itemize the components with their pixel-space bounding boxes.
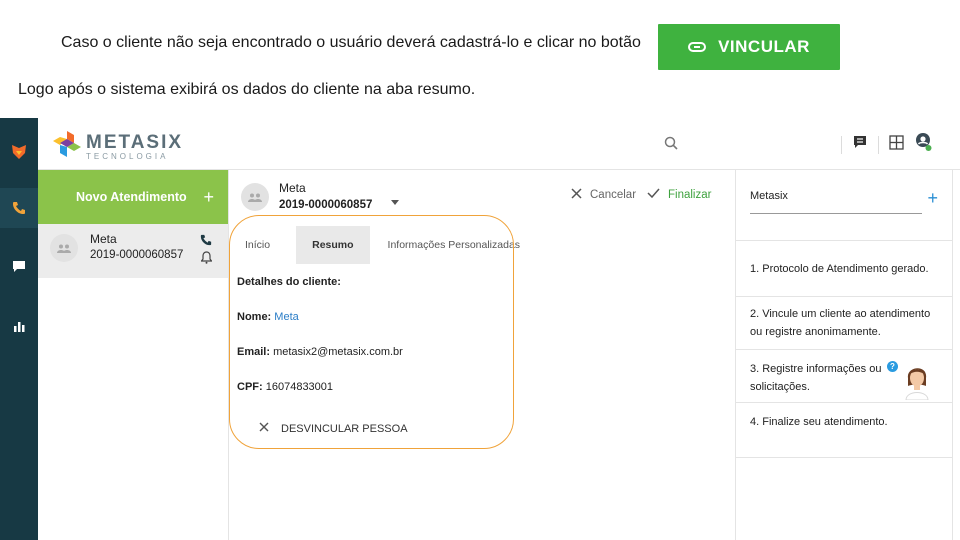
assistant-avatar-icon[interactable]: [902, 360, 932, 401]
close-icon: [259, 422, 269, 435]
detail-email-row: Email: metasix2@metasix.com.br: [237, 346, 403, 358]
new-session-label: Novo Atendimento: [76, 190, 187, 204]
metasix-logo-icon: [52, 130, 82, 163]
search-icon[interactable]: [664, 136, 678, 155]
check-icon: [647, 188, 660, 201]
divider: [841, 135, 842, 154]
guide-header: Metasix +: [736, 170, 952, 241]
vincular-button[interactable]: VINCULAR: [658, 24, 840, 70]
cancel-label: Cancelar: [590, 189, 637, 201]
finish-label: Finalizar: [668, 188, 712, 201]
instruction-line-1: Caso o cliente não seja encontrado o usu…: [61, 34, 641, 51]
session-name: Meta: [90, 232, 117, 246]
bell-icon[interactable]: [200, 251, 213, 269]
finish-button[interactable]: Finalizar: [647, 188, 711, 201]
guide-title: Metasix: [750, 190, 788, 202]
fox-logo-icon[interactable]: [0, 132, 38, 172]
app-window: METASIX TECNOLOGIA Novo Atendimento + Me…: [0, 118, 960, 540]
instruction-line-2: Logo após o sistema exibirá os dados do …: [18, 81, 476, 98]
plus-icon: +: [203, 186, 214, 207]
tab-informacoes-personalizadas[interactable]: Informações Personalizadas: [370, 226, 539, 264]
top-icons: [841, 132, 932, 157]
avatar: [241, 183, 269, 211]
tab-resumo[interactable]: Resumo: [296, 226, 370, 264]
unlink-person-button[interactable]: DESVINCULAR PESSOA: [259, 422, 408, 435]
cpf-value: 16074833001: [265, 381, 334, 393]
link-icon: [688, 42, 707, 52]
bar-chart-icon[interactable]: [0, 306, 38, 346]
brand-name: METASIX: [86, 131, 184, 153]
email-value: metasix2@metasix.com.br: [273, 346, 403, 358]
sessions-panel: Novo Atendimento + Meta 2019-0000060857: [38, 170, 229, 540]
detail-name-row: Nome: Meta: [237, 311, 299, 323]
chevron-down-icon[interactable]: [391, 192, 399, 210]
user-status-icon[interactable]: [914, 132, 932, 157]
details-title: Detalhes do cliente:: [237, 276, 341, 288]
tab-inicio[interactable]: Início: [229, 226, 286, 264]
guide-step: 1. Protocolo de Atendimento gerado.: [736, 241, 952, 297]
guide-step: 2. Vincule um cliente ao atendimento ou …: [736, 297, 952, 350]
detail-cpf-row: CPF: 16074833001: [237, 381, 333, 393]
help-badge-icon[interactable]: ?: [887, 361, 898, 372]
phone-icon[interactable]: [0, 188, 38, 228]
avatar: [50, 234, 78, 262]
close-icon: [571, 188, 582, 202]
attendance-tabs: Início Resumo Informações Personalizadas: [229, 226, 538, 264]
attendance-header: Meta 2019-0000060857 Cancelar Finalizar: [229, 170, 735, 222]
vincular-button-label: VINCULAR: [718, 37, 810, 56]
contact-name: Meta: [279, 181, 306, 195]
attendance-panel: Meta 2019-0000060857 Cancelar Finalizar …: [229, 170, 735, 540]
chat-icon[interactable]: [852, 134, 868, 155]
session-protocol: 2019-0000060857: [90, 249, 184, 261]
protocol-number: 2019-0000060857: [279, 199, 373, 211]
top-bar: METASIX TECNOLOGIA: [38, 118, 960, 170]
plus-icon[interactable]: +: [927, 188, 938, 209]
name-label: Nome:: [237, 311, 272, 323]
divider: [750, 213, 922, 214]
phone-icon: [200, 233, 212, 251]
metasix-logo[interactable]: METASIX TECNOLOGIA: [52, 130, 183, 163]
divider: [878, 135, 879, 154]
new-session-button[interactable]: Novo Atendimento +: [38, 170, 228, 224]
grid-icon[interactable]: [889, 134, 904, 155]
unlink-label: DESVINCULAR PESSOA: [281, 422, 408, 435]
chat-icon[interactable]: [0, 246, 38, 286]
brand-tagline: TECNOLOGIA: [86, 151, 169, 161]
cancel-button[interactable]: Cancelar: [571, 188, 636, 202]
guide-step: 4. Finalize seu atendimento.: [736, 403, 952, 458]
session-item[interactable]: Meta 2019-0000060857: [38, 224, 228, 278]
guide-panel: Metasix + 1. Protocolo de Atendimento ge…: [735, 170, 953, 540]
cpf-label: CPF:: [237, 381, 263, 393]
name-value-link[interactable]: Meta: [274, 311, 298, 323]
side-rail: [0, 118, 38, 540]
email-label: Email:: [237, 346, 271, 358]
